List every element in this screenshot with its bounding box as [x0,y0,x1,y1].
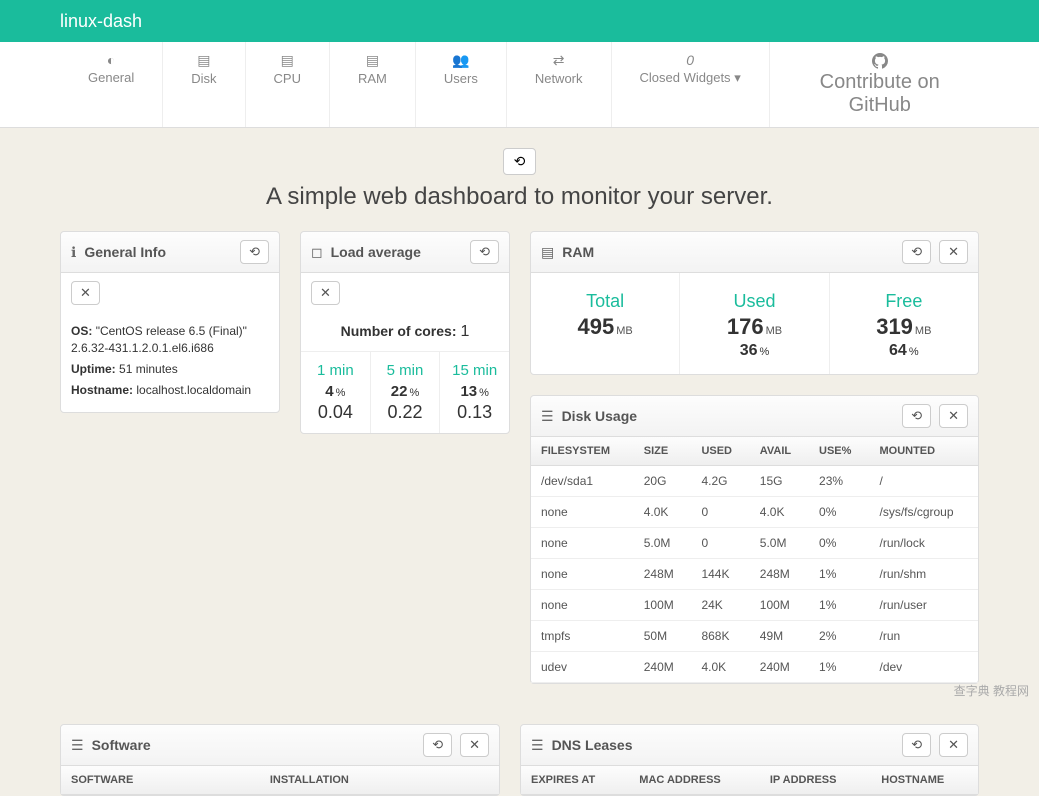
nav-contribute[interactable]: Contribute on GitHub [770,42,990,127]
close-icon: ✕ [80,285,91,300]
hero-tagline: A simple web dashboard to monitor your s… [0,183,1039,211]
col-header: HOSTNAME [871,766,978,795]
nav-closed-widgets[interactable]: 0Closed Widgets ▾ [612,42,770,127]
nav-users[interactable]: 👥Users [416,42,507,127]
close-button[interactable]: ✕ [71,281,100,305]
refresh-icon: ⟲ [911,737,922,752]
dns-table: EXPIRES ATMAC ADDRESSIP ADDRESSHOSTNAME [521,766,978,795]
col-header: FILESYSTEM [531,437,634,466]
navbar: ◐General ▤Disk ▤CPU ▤RAM 👥Users ⇄Network… [0,42,1039,128]
table-row: none4.0K04.0K0%/sys/fs/cgroup [531,497,978,528]
ram-cell: Used176MB36% [680,273,829,374]
col-header: USED [691,437,749,466]
refresh-button[interactable]: ⟲ [902,733,931,757]
table-row: none248M144K248M1%/run/shm [531,559,978,590]
disk-table: FILESYSTEMSIZEUSEDAVAILUSE%MOUNTED /dev/… [531,437,978,683]
ram-card-icon: ▤ [541,244,554,261]
close-button[interactable]: ✕ [939,733,968,757]
close-icon: ✕ [948,737,959,752]
nav-disk[interactable]: ▤Disk [163,42,245,127]
italic-icon: 0 [640,52,741,68]
refresh-button[interactable]: ⟲ [902,404,931,428]
ram-cell: Free319MB64% [830,273,978,374]
nav-network[interactable]: ⇄Network [507,42,612,127]
users-icon: 👥 [444,52,478,69]
software-table: SOFTWAREINSTALLATION [61,766,499,795]
table-row: /dev/sda120G4.2G15G23%/ [531,466,978,497]
refresh-button[interactable]: ⟲ [240,240,269,264]
hdd-icon: ▤ [191,52,216,69]
brand[interactable]: linux-dash [60,11,142,32]
hostname-row: Hostname: localhost.localdomain [71,382,269,399]
refresh-icon: ⟲ [249,244,260,259]
topbar: linux-dash [0,0,1039,42]
panel-title: Load average [331,244,462,260]
nav-general[interactable]: ◐General [60,42,163,127]
ram-icon: ▤ [358,52,387,69]
hero-refresh-button[interactable]: ⟲ [503,148,537,175]
info-icon: ℹ [71,244,76,261]
panel-disk-usage: ☰ Disk Usage ⟲ ✕ FILESYSTEMSIZEUSEDAVAIL… [530,395,979,684]
refresh-icon: ⟲ [911,408,922,423]
panel-title: DNS Leases [552,737,895,753]
panel-title: RAM [562,244,894,260]
col-header: INSTALLATION [260,766,499,795]
refresh-button[interactable]: ⟲ [423,733,452,757]
refresh-icon: ⟲ [432,737,443,752]
refresh-icon: ⟲ [514,153,526,169]
col-header: AVAIL [750,437,809,466]
close-button[interactable]: ✕ [311,281,340,305]
col-header: MOUNTED [869,437,978,466]
col-header: SIZE [634,437,692,466]
laptop-icon: ◻ [311,244,323,261]
ram-cell: Total495MB [531,273,680,374]
col-header: USE% [809,437,869,466]
caret-down-icon: ▾ [734,70,741,85]
panel-ram: ▤ RAM ⟲ ✕ Total495MBUsed176MB36%Free319M… [530,231,979,375]
panel-dns-leases: ☰ DNS Leases ⟲ ✕ EXPIRES ATMAC ADDRESSIP… [520,724,979,796]
close-icon: ✕ [469,737,480,752]
panel-title: General Info [84,244,232,260]
panel-software: ☰ Software ⟲ ✕ SOFTWAREINSTALLATION [60,724,500,796]
uptime-row: Uptime: 51 minutes [71,361,269,378]
col-header: MAC ADDRESS [629,766,760,795]
close-button[interactable]: ✕ [939,404,968,428]
refresh-icon: ⟲ [911,244,922,259]
load-cell: 5 min22%0.22 [371,352,441,433]
close-button[interactable]: ✕ [939,240,968,264]
panel-load-average: ◻ Load average ⟲ ✕ Number of cores:1 1 m… [300,231,510,434]
load-cell: 1 min4%0.04 [301,352,371,433]
table-row: tmpfs50M868K49M2%/run [531,621,978,652]
close-icon: ✕ [320,285,331,300]
table-row: none5.0M05.0M0%/run/lock [531,528,978,559]
hero: ⟲ A simple web dashboard to monitor your… [0,148,1039,211]
table-row: none100M24K100M1%/run/user [531,590,978,621]
tasks-icon: ▤ [274,52,301,69]
close-button[interactable]: ✕ [460,733,489,757]
list-icon: ☰ [531,737,544,754]
col-header: SOFTWARE [61,766,260,795]
load-cell: 15 min13%0.13 [440,352,509,433]
panel-title: Software [92,737,416,753]
cores-row: Number of cores:1 [301,313,509,352]
panel-general-info: ℹ General Info ⟲ ✕ OS: "CentOS release 6… [60,231,280,413]
os-row: OS: "CentOS release 6.5 (Final)" 2.6.32-… [71,323,269,357]
exchange-icon: ⇄ [535,52,583,69]
dashboard-icon: ◐ [88,52,134,68]
refresh-button[interactable]: ⟲ [902,240,931,264]
close-icon: ✕ [948,408,959,423]
table-row: udev240M4.0K240M1%/dev [531,652,978,683]
github-icon [798,52,962,69]
list-icon: ☰ [71,737,84,754]
col-header: EXPIRES AT [521,766,629,795]
nav-ram[interactable]: ▤RAM [330,42,416,127]
refresh-button[interactable]: ⟲ [470,240,499,264]
panel-title: Disk Usage [562,408,895,424]
close-icon: ✕ [948,244,959,259]
watermark: 查字典 教程网 [954,682,1029,699]
nav-cpu[interactable]: ▤CPU [246,42,330,127]
col-header: IP ADDRESS [760,766,871,795]
refresh-icon: ⟲ [479,244,490,259]
list-icon: ☰ [541,408,554,425]
